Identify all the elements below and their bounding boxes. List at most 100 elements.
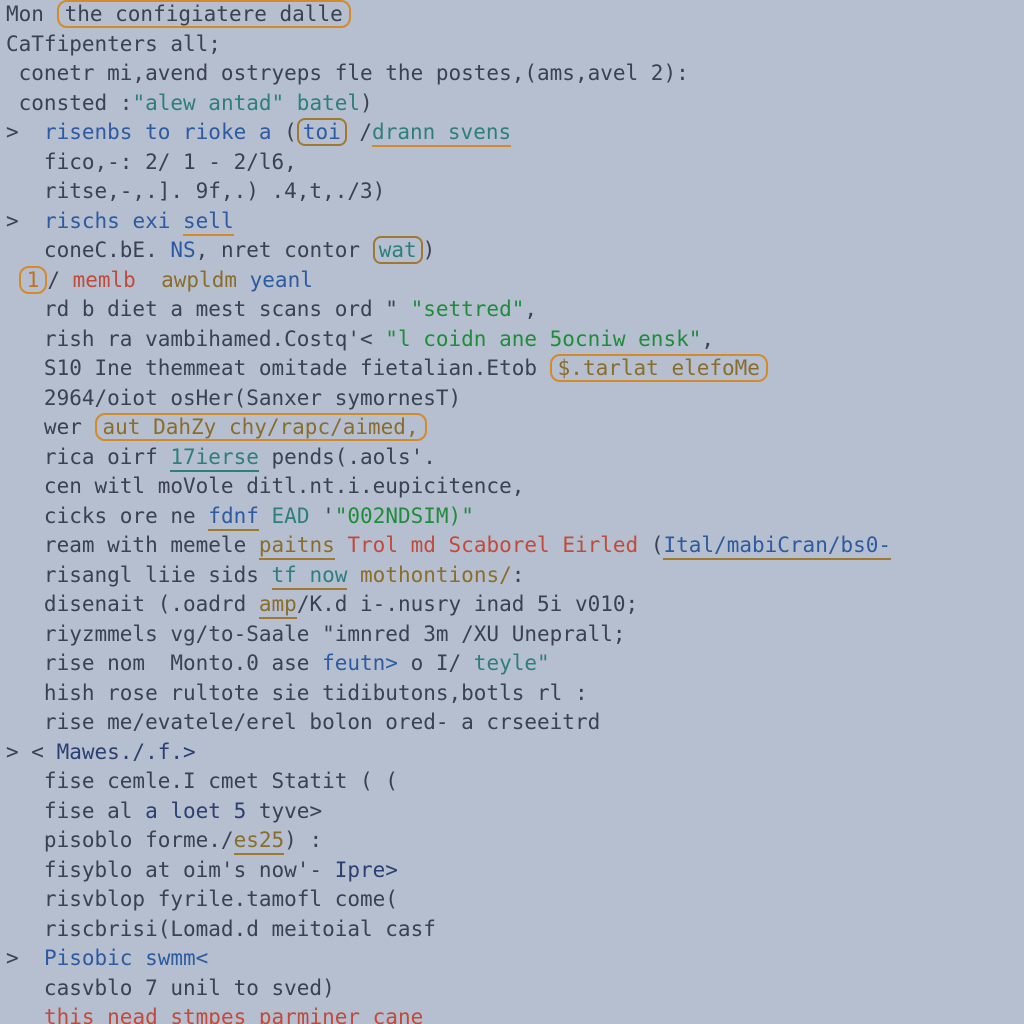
code-line: conetr mi,avend ostryeps fle the postes,… [6, 59, 1024, 89]
code-token: Mawes./.f.> [57, 740, 196, 764]
code-token [6, 268, 19, 292]
code-token: fdnf [208, 504, 259, 531]
code-token: fisyblo at oim's now'- [6, 858, 335, 882]
code-token: "settred" [411, 297, 525, 321]
code-token: , nret contor [196, 238, 373, 262]
code-token: aut DahZy chy/rapc/aimed, [95, 413, 427, 441]
code-token: awpldm [161, 268, 237, 292]
code-token: cicks ore ne [6, 504, 208, 528]
code-token: "l coidn ane 5ocniw ensk" [385, 327, 701, 351]
code-token: yeanl [250, 268, 313, 292]
code-line: pisoblo forme./es25) : [6, 826, 1024, 856]
code-token: tyve> [246, 799, 322, 823]
code-line: rd b diet a mest scans ord " "settred", [6, 295, 1024, 325]
code-token: rica oirf [6, 445, 170, 469]
code-line: CaTfipenters all; [6, 30, 1024, 60]
code-token: rischs exi [44, 209, 183, 233]
code-token: rise me/evatele/erel bolon ored- a crsee… [6, 710, 600, 734]
code-token: conetr mi,avend ostryeps fle the postes,… [6, 61, 689, 85]
code-token: "alew antad" batel [132, 91, 360, 115]
code-token: > [6, 209, 44, 233]
code-token: > [6, 120, 44, 144]
code-token: risvblop fyrile.tamofl come( [6, 887, 398, 911]
code-token [347, 563, 360, 587]
code-line: 1/ memlb awpldm yeanl [6, 266, 1024, 296]
code-line: risvblop fyrile.tamofl come( [6, 885, 1024, 915]
code-token: Ital/mabiCran/bs0- [663, 533, 891, 560]
code-token: fise cemle.I cmet Statit ( ( [6, 769, 398, 793]
code-token: / [347, 120, 372, 144]
code-token: consted : [6, 91, 132, 115]
code-token: wer [6, 415, 95, 439]
code-line: rise nom Monto.0 ase feutn> o I/ teyle" [6, 649, 1024, 679]
code-token [136, 268, 161, 292]
code-line: cen witl moVole ditl.nt.i.eupicitence, [6, 472, 1024, 502]
code-token: risangl liie sids [6, 563, 272, 587]
code-line: fisyblo at oim's now'- Ipre> [6, 856, 1024, 886]
code-line: casvblo 7 unil to sved) [6, 974, 1024, 1004]
code-token: 1 [19, 266, 48, 294]
code-line: Mon the configiatere dalle [6, 0, 1024, 30]
code-token [259, 504, 272, 528]
code-token: riscbrisi(Lomad.d meitoial casf [6, 917, 436, 941]
code-line: 2964/oiot osHer(Sanxer symornesT) [6, 384, 1024, 414]
code-line: ream with memele paitns Trol md Scaborel… [6, 531, 1024, 561]
code-token: tf now [272, 563, 348, 590]
code-line: disenait (.oadrd amp/K.d i-.nusry inad 5… [6, 590, 1024, 620]
code-token: pisoblo forme./ [6, 828, 234, 852]
code-token: pends(.aols'. [259, 445, 436, 469]
code-editor-view[interactable]: Mon the configiatere dalleCaTfipenters a… [0, 0, 1024, 1024]
code-token: ( [272, 120, 297, 144]
code-line: risangl liie sids tf now mothontions/: [6, 561, 1024, 591]
code-line: rish ra vambihamed.Costq'< "l coidn ane … [6, 325, 1024, 355]
code-token: hish rose rultote sie tidibutons,botls r… [6, 681, 588, 705]
code-token: ritse,-,.]. 9f,.) .4,t,./3) [6, 179, 385, 203]
code-token: fico,-: 2/ 1 - 2/l6, [6, 150, 297, 174]
code-token [237, 268, 250, 292]
code-token: ) [423, 238, 436, 262]
code-token: casvblo 7 unil to sved) [6, 976, 335, 1000]
code-token: feutn> [322, 651, 398, 675]
code-token: ream with memele [6, 533, 259, 557]
code-line: riscbrisi(Lomad.d meitoial casf [6, 915, 1024, 945]
code-token [335, 533, 348, 557]
code-token: drann svens [372, 120, 511, 147]
code-token: Mon [6, 2, 57, 26]
code-line: ritse,-,.]. 9f,.) .4,t,./3) [6, 177, 1024, 207]
code-line: riyzmmels vg/to-Saale "imnred 3m /XU Une… [6, 620, 1024, 650]
code-line: hish rose rultote sie tidibutons,botls r… [6, 679, 1024, 709]
code-token: : [512, 563, 525, 587]
code-line: S10 Ine themmeat omitade fietalian.Etob … [6, 354, 1024, 384]
code-token: 17ierse [170, 445, 259, 472]
code-token: EAD [272, 504, 310, 528]
code-token: mothontions/ [360, 563, 512, 587]
code-token: > < [6, 740, 57, 764]
code-token: teyle" [474, 651, 550, 675]
code-token: NS [170, 238, 195, 262]
code-token: rd b diet a mest scans ord " [6, 297, 411, 321]
code-token: this nead stmpes parminer cane [44, 1005, 423, 1024]
code-token [6, 1005, 44, 1024]
code-token: paitns [259, 533, 335, 560]
code-token: Trol md Scaborel Eirled [347, 533, 638, 557]
code-line: > rischs exi sell [6, 207, 1024, 237]
code-token: ) [360, 91, 373, 115]
code-line: cicks ore ne fdnf EAD '"002NDSIM)" [6, 502, 1024, 532]
code-line: rise me/evatele/erel bolon ored- a crsee… [6, 708, 1024, 738]
code-token: a loet 5 [145, 799, 246, 823]
code-token: , [701, 327, 714, 351]
code-token: coneC.bE. [6, 238, 170, 262]
code-token: ) : [284, 828, 322, 852]
code-line: coneC.bE. NS, nret contor wat) [6, 236, 1024, 266]
code-token: ( [638, 533, 663, 557]
code-line: > risenbs to rioke a (toi /drann svens [6, 118, 1024, 148]
code-token: amp [259, 592, 297, 619]
code-token: $.tarlat elefoMe [550, 354, 768, 382]
code-line: rica oirf 17ierse pends(.aols'. [6, 443, 1024, 473]
code-line: wer aut DahZy chy/rapc/aimed, [6, 413, 1024, 443]
code-line: this nead stmpes parminer cane [6, 1003, 1024, 1024]
code-token: cen witl moVole ditl.nt.i.eupicitence, [6, 474, 524, 498]
code-token: wat [373, 236, 423, 264]
code-token: / [47, 268, 72, 292]
code-token: CaTfipenters all; [6, 32, 221, 56]
